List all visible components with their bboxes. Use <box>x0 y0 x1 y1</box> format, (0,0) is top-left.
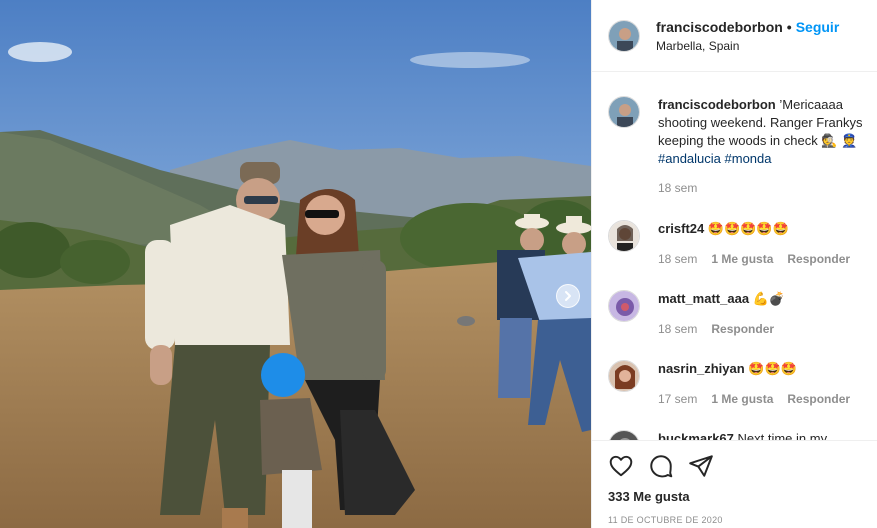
comments-list[interactable]: franciscodeborbon ’Mericaaaa shooting we… <box>592 72 877 440</box>
comment-text: Next time in my <box>737 431 828 440</box>
post-photo[interactable] <box>0 0 591 528</box>
hashtag-monda[interactable]: #monda <box>725 151 772 166</box>
reply-button[interactable]: Responder <box>787 392 850 406</box>
comment-meta: 18 sem Responder <box>658 322 788 336</box>
comment-body: matt_matt_aaa 💪💣 <box>658 290 872 308</box>
comment-avatar[interactable] <box>608 220 640 252</box>
caption-body: franciscodeborbon ’Mericaaaa shooting we… <box>658 96 872 168</box>
comment-body: nasrin_zhiyan 🤩🤩🤩 <box>658 360 872 378</box>
comment-meta: 17 sem 1 Me gusta Responder <box>658 392 864 406</box>
caption-author-avatar[interactable] <box>608 96 640 128</box>
header-separator-dot: • <box>786 19 792 35</box>
hashtag-andalucia[interactable]: #andalucia <box>658 151 721 166</box>
heart-icon <box>609 455 633 477</box>
comment-username[interactable]: matt_matt_aaa <box>658 291 749 306</box>
chevron-right-icon <box>565 291 571 301</box>
photo-illustration <box>0 0 591 528</box>
post-side-panel: franciscodeborbon • Seguir Marbella, Spain… <box>591 0 877 528</box>
author-avatar[interactable] <box>608 20 640 52</box>
comment-text: 🤩🤩🤩🤩🤩 <box>707 221 789 236</box>
carousel-next-button[interactable] <box>556 284 580 308</box>
comment-username[interactable]: nasrin_zhiyan <box>658 361 745 376</box>
header-user-line: franciscodeborbon • Seguir <box>656 19 839 35</box>
caption-time[interactable]: 18 sem <box>658 181 697 195</box>
comment-username[interactable]: crisft24 <box>658 221 704 236</box>
reply-button[interactable]: Responder <box>711 322 774 336</box>
comment-time[interactable]: 18 sem <box>658 252 697 266</box>
comment-avatar[interactable] <box>608 290 640 322</box>
comment-meta: 18 sem 1 Me gusta Responder <box>658 252 864 266</box>
comment-icon <box>650 455 673 478</box>
comment-body: crisft24 🤩🤩🤩🤩🤩 <box>658 220 872 238</box>
follow-button[interactable]: Seguir <box>796 19 840 35</box>
post-actions: 333 Me gusta 11 de octubre de 2020 <box>592 440 877 528</box>
header-username[interactable]: franciscodeborbon <box>656 19 783 35</box>
caption-meta: 18 sem <box>658 181 711 195</box>
comment-avatar[interactable] <box>608 360 640 392</box>
post-date[interactable]: 11 de octubre de 2020 <box>608 515 723 525</box>
comment-likes[interactable]: 1 Me gusta <box>711 392 773 406</box>
post-location[interactable]: Marbella, Spain <box>656 39 739 53</box>
caption-username[interactable]: franciscodeborbon <box>658 97 776 112</box>
action-icons <box>608 453 714 479</box>
comment-body: buckmark67 Next time in my <box>658 430 872 440</box>
comment-username[interactable]: buckmark67 <box>658 431 734 440</box>
instagram-post-view: franciscodeborbon • Seguir Marbella, Spain… <box>0 0 877 528</box>
paper-plane-icon <box>689 455 713 477</box>
reply-button[interactable]: Responder <box>787 252 850 266</box>
comment-text: 💪💣 <box>752 291 786 306</box>
like-button[interactable] <box>608 453 634 479</box>
comment-likes[interactable]: 1 Me gusta <box>711 252 773 266</box>
comment-time[interactable]: 17 sem <box>658 392 697 406</box>
comment-button[interactable] <box>648 453 674 479</box>
likes-count[interactable]: 333 Me gusta <box>608 489 690 504</box>
comment-avatar[interactable] <box>608 430 640 440</box>
comment-time[interactable]: 18 sem <box>658 322 697 336</box>
comment-text: 🤩🤩🤩 <box>748 361 797 376</box>
share-button[interactable] <box>688 453 714 479</box>
post-header: franciscodeborbon • Seguir Marbella, Spain <box>592 0 877 72</box>
